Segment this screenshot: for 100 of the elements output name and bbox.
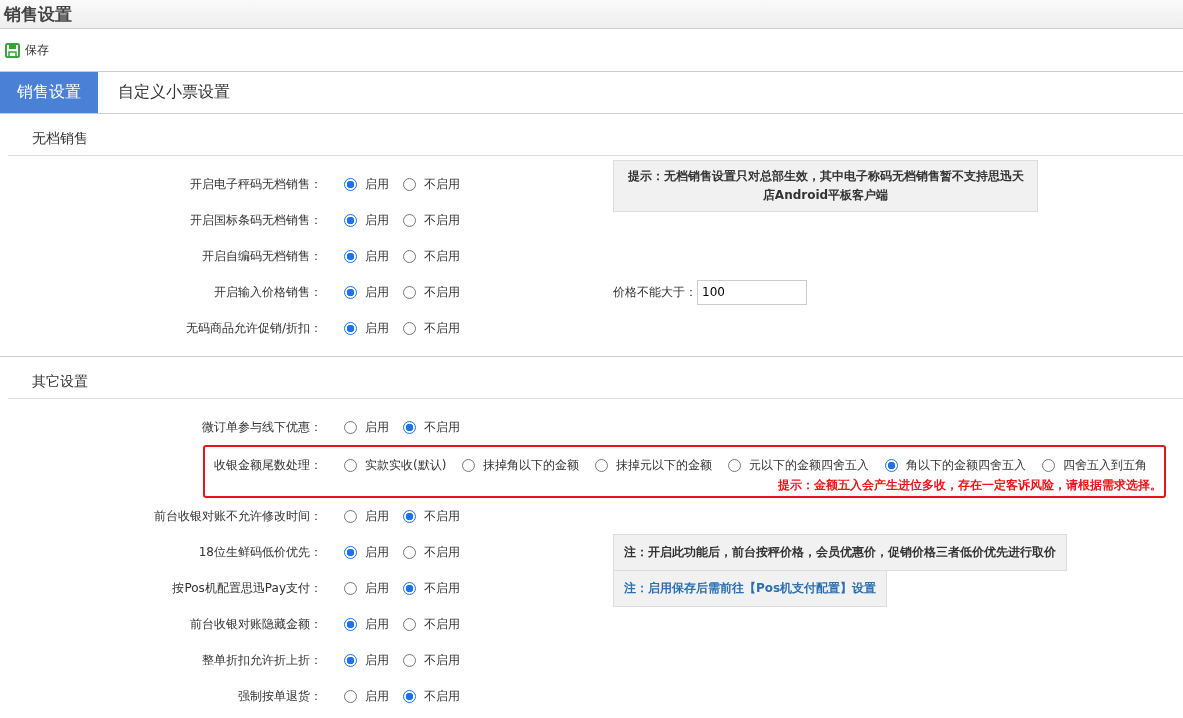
radio-button[interactable] — [344, 545, 357, 559]
radio-button[interactable] — [344, 321, 357, 335]
radio-option[interactable]: 启用 — [344, 507, 389, 525]
setting-label: 按Pos机配置思迅Pay支付： — [171, 579, 322, 597]
radio-option[interactable]: 实款实收(默认) — [344, 456, 447, 474]
option-label: 不启用 — [424, 543, 460, 561]
radio-button[interactable] — [728, 458, 742, 472]
radio-button[interactable] — [403, 285, 416, 299]
option-label: 不启用 — [424, 579, 460, 597]
note: 注：开启此功能后，前台按秤价格，会员优惠价，促销价格三者低价优先进行取价 — [613, 533, 1067, 571]
option-label: 不启用 — [424, 175, 460, 193]
radio-button[interactable] — [344, 177, 357, 191]
save-button[interactable]: 保存 — [5, 41, 49, 59]
radio-button[interactable] — [344, 458, 357, 472]
radio-option[interactable]: 启用 — [344, 651, 389, 669]
radio-button[interactable] — [403, 545, 416, 559]
radio-option[interactable]: 不启用 — [403, 615, 460, 633]
radio-option[interactable]: 启用 — [344, 283, 389, 301]
radio-button[interactable] — [344, 509, 357, 523]
radio-button[interactable] — [403, 689, 416, 703]
option-label: 不启用 — [424, 651, 460, 669]
radio-button[interactable] — [403, 420, 416, 434]
radio-option[interactable]: 启用 — [344, 175, 389, 193]
radio-button[interactable] — [403, 617, 416, 631]
option-label: 启用 — [365, 687, 389, 705]
radio-option[interactable]: 启用 — [344, 319, 389, 337]
radio-option[interactable]: 抹掉角以下的金额 — [462, 456, 580, 474]
radio-button[interactable] — [344, 285, 357, 299]
option-label: 不启用 — [424, 211, 460, 229]
radio-option[interactable]: 四舍五入到五角 — [1042, 456, 1148, 474]
radio-option[interactable]: 不启用 — [403, 418, 460, 436]
setting-label: 整单折扣允许折上折： — [201, 651, 322, 669]
option-label: 四舍五入到五角 — [1063, 456, 1148, 474]
radio-option[interactable]: 启用 — [344, 543, 389, 561]
radio-button[interactable] — [403, 581, 416, 595]
option-label: 启用 — [365, 651, 389, 669]
radio-button[interactable] — [344, 581, 357, 595]
radio-button[interactable] — [344, 213, 357, 227]
option-label: 不启用 — [424, 247, 460, 265]
option-label: 不启用 — [424, 283, 460, 301]
tab[interactable]: 自定义小票设置 — [104, 72, 244, 113]
radio-option[interactable]: 不启用 — [403, 175, 460, 193]
setting-label: 18位生鲜码低价优先： — [197, 543, 322, 561]
radio-option[interactable]: 不启用 — [403, 651, 460, 669]
section-title: 无档销售 — [8, 114, 1183, 156]
option-label: 抹掉元以下的金额 — [616, 456, 713, 474]
setting-label: 收银金额尾数处理： — [213, 456, 322, 474]
radio-option[interactable]: 不启用 — [403, 247, 460, 265]
radio-button[interactable] — [344, 617, 357, 631]
price-field[interactable]: 100 — [697, 279, 807, 305]
radio-button[interactable] — [403, 213, 416, 227]
radio-option[interactable]: 不启用 — [403, 283, 460, 301]
radio-option[interactable]: 启用 — [344, 687, 389, 705]
radio-button[interactable] — [403, 249, 416, 263]
note: 注：启用保存后需前往【Pos机支付配置】设置 — [613, 569, 888, 607]
radio-option[interactable]: 不启用 — [403, 579, 460, 597]
radio-option[interactable]: 启用 — [344, 211, 389, 229]
radio-button[interactable] — [885, 458, 899, 472]
radio-option[interactable]: 抹掉元以下的金额 — [595, 456, 713, 474]
radio-option[interactable]: 启用 — [344, 247, 389, 265]
radio-button[interactable] — [344, 689, 357, 703]
option-label: 启用 — [365, 247, 389, 265]
radio-button[interactable] — [344, 420, 357, 434]
option-label: 启用 — [365, 418, 389, 436]
option-label: 实款实收(默认) — [365, 456, 447, 474]
option-label: 不启用 — [424, 418, 460, 436]
note: 提示：无档销售设置只对总部生效，其中电子称码无档销售暂不支持思迅天店Android平板客户端 — [613, 160, 1038, 213]
radio-option[interactable]: 不启用 — [403, 319, 460, 337]
radio-option[interactable]: 不启用 — [403, 507, 460, 525]
option-label: 启用 — [365, 579, 389, 597]
radio-option[interactable]: 启用 — [344, 418, 389, 436]
radio-button[interactable] — [344, 249, 357, 263]
setting-label: 前台收银对账不允许修改时间： — [153, 507, 322, 525]
option-label: 启用 — [365, 211, 389, 229]
radio-button[interactable] — [462, 458, 476, 472]
tab[interactable]: 销售设置 — [0, 72, 98, 113]
save-icon — [5, 42, 20, 58]
section-title: 其它设置 — [8, 357, 1183, 399]
page-title: 销售设置 — [4, 2, 72, 26]
radio-button[interactable] — [1042, 458, 1056, 472]
option-label: 启用 — [365, 615, 389, 633]
option-label: 不启用 — [424, 319, 460, 337]
radio-option[interactable]: 不启用 — [403, 687, 460, 705]
radio-button[interactable] — [344, 653, 357, 667]
radio-button[interactable] — [403, 653, 416, 667]
option-label: 启用 — [365, 283, 389, 301]
option-label: 启用 — [365, 543, 389, 561]
option-label: 启用 — [365, 319, 389, 337]
setting-label: 开启自编码无档销售： — [201, 247, 322, 265]
radio-option[interactable]: 不启用 — [403, 543, 460, 561]
radio-button[interactable] — [403, 177, 416, 191]
radio-button[interactable] — [403, 509, 416, 523]
radio-option[interactable]: 启用 — [344, 615, 389, 633]
option-label: 抹掉角以下的金额 — [483, 456, 580, 474]
radio-button[interactable] — [595, 458, 609, 472]
option-label: 不启用 — [424, 507, 460, 525]
radio-button[interactable] — [403, 321, 416, 335]
radio-option[interactable]: 不启用 — [403, 211, 460, 229]
radio-option[interactable]: 启用 — [344, 579, 389, 597]
setting-label: 开启国标条码无档销售： — [189, 211, 322, 229]
